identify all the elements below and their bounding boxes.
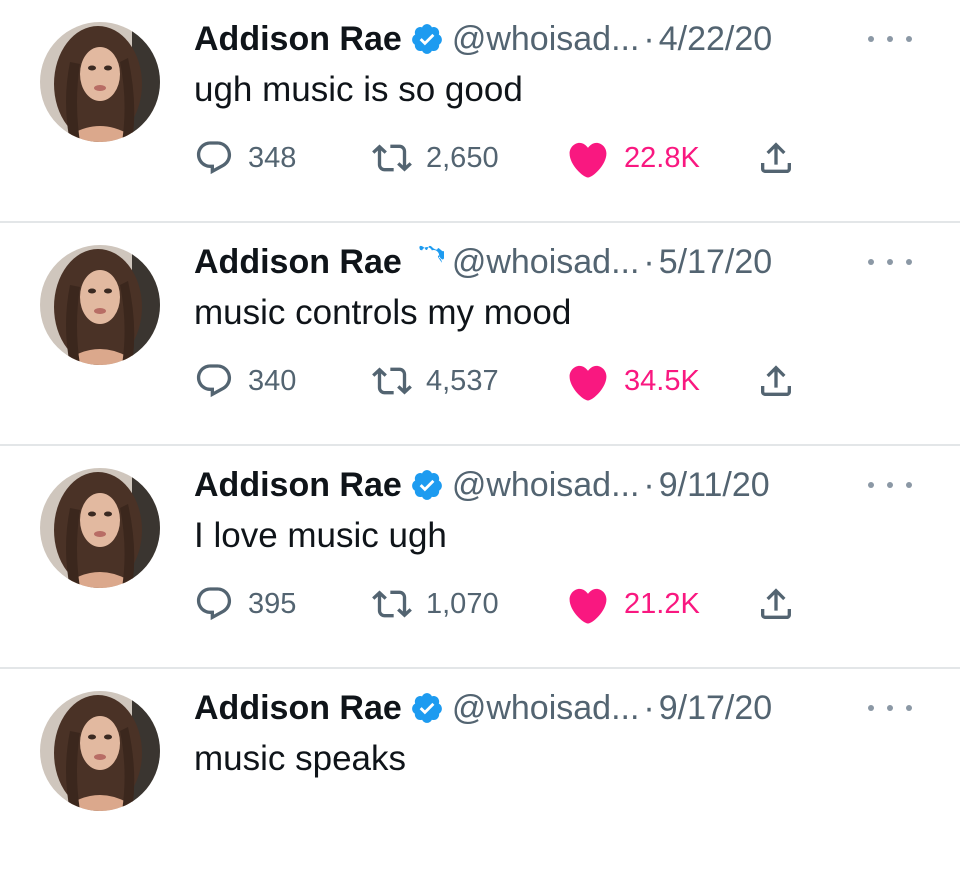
retweet-count: 2,650 <box>426 141 499 174</box>
like-button[interactable]: 21.2K <box>566 582 700 626</box>
heart-icon <box>569 142 607 178</box>
avatar[interactable] <box>40 245 160 365</box>
tweet-text: music controls my mood <box>194 293 572 332</box>
avatar-photo-icon <box>40 691 160 811</box>
reply-button[interactable]: 340 <box>194 359 296 403</box>
heart-icon <box>569 588 607 624</box>
tweet-actions: 348 2,650 22.8K <box>194 136 814 180</box>
avatar-photo-icon <box>40 245 160 365</box>
user-handle[interactable]: @whoisad... <box>452 466 640 505</box>
retweet-icon <box>372 590 412 618</box>
like-button[interactable]: 22.8K <box>566 136 700 180</box>
tweet-header: Addison Rae @whoisad... · 9/11/20 <box>194 462 770 508</box>
separator-dot: · <box>643 465 655 504</box>
reply-icon <box>196 587 232 621</box>
share-button[interactable] <box>756 582 796 626</box>
user-handle[interactable]: @whoisad... <box>452 20 640 59</box>
share-button[interactable] <box>756 136 796 180</box>
tweet-text: I love music ugh <box>194 516 447 555</box>
more-icon[interactable] <box>868 251 912 273</box>
share-icon <box>761 588 791 619</box>
avatar[interactable] <box>40 691 160 811</box>
reply-count: 348 <box>248 141 297 174</box>
tweet-text: ugh music is so good <box>194 70 523 109</box>
reply-button[interactable]: 348 <box>194 136 296 180</box>
retweet-count: 1,070 <box>426 587 499 620</box>
tweet-date[interactable]: 5/17/20 <box>659 243 772 282</box>
user-handle[interactable]: @whoisad... <box>452 689 640 728</box>
more-icon[interactable] <box>868 697 912 719</box>
like-count: 34.5K <box>624 364 700 397</box>
reply-count: 340 <box>248 364 297 397</box>
tweet-actions: 395 1,070 21.2K <box>194 582 814 626</box>
tweet[interactable]: Addison Rae @whoisad... · 9/17/20 music … <box>0 669 960 892</box>
reply-button[interactable]: 395 <box>194 582 296 626</box>
retweet-count: 4,537 <box>426 364 499 397</box>
retweet-button[interactable]: 2,650 <box>372 136 499 180</box>
avatar-photo-icon <box>40 468 160 588</box>
separator-dot: · <box>643 19 655 58</box>
tweet[interactable]: Addison Rae @whoisad... · 4/22/20 ugh mu… <box>0 0 960 223</box>
display-name[interactable]: Addison Rae <box>194 243 402 282</box>
separator-dot: · <box>643 242 655 281</box>
like-button[interactable]: 34.5K <box>566 359 700 403</box>
like-count: 21.2K <box>624 587 700 620</box>
tweet-header: Addison Rae @whoisad... · 9/17/20 <box>194 685 772 731</box>
display-name[interactable]: Addison Rae <box>194 20 402 59</box>
share-icon <box>761 365 791 396</box>
heart-icon <box>569 365 607 401</box>
tweet[interactable]: Addison Rae @whoisad... · 5/17/20 music … <box>0 223 960 446</box>
retweet-icon <box>372 367 412 395</box>
more-icon[interactable] <box>868 474 912 496</box>
tweet-actions: 340 4,537 34.5K <box>194 359 814 403</box>
retweet-icon <box>372 144 412 172</box>
avatar-photo-icon <box>40 22 160 142</box>
tweet-date[interactable]: 4/22/20 <box>659 20 772 59</box>
retweet-button[interactable]: 4,537 <box>372 359 499 403</box>
display-name[interactable]: Addison Rae <box>194 466 402 505</box>
verified-badge-icon <box>410 691 444 725</box>
reply-count: 395 <box>248 587 297 620</box>
reply-icon <box>196 141 232 175</box>
tweet-date[interactable]: 9/11/20 <box>659 466 770 505</box>
like-count: 22.8K <box>624 141 700 174</box>
share-icon <box>761 142 791 173</box>
verified-badge-icon <box>410 245 444 279</box>
retweet-button[interactable]: 1,070 <box>372 582 499 626</box>
display-name[interactable]: Addison Rae <box>194 689 402 728</box>
separator-dot: · <box>643 688 655 727</box>
tweet-header: Addison Rae @whoisad... · 5/17/20 <box>194 239 772 285</box>
tweet-text: music speaks <box>194 739 407 778</box>
avatar[interactable] <box>40 22 160 142</box>
share-button[interactable] <box>756 359 796 403</box>
user-handle[interactable]: @whoisad... <box>452 243 640 282</box>
reply-icon <box>196 364 232 398</box>
verified-badge-icon <box>410 22 444 56</box>
more-icon[interactable] <box>868 28 912 50</box>
tweet[interactable]: Addison Rae @whoisad... · 9/11/20 I love… <box>0 446 960 669</box>
verified-badge-icon <box>410 468 444 502</box>
tweet-date[interactable]: 9/17/20 <box>659 689 772 728</box>
avatar[interactable] <box>40 468 160 588</box>
tweet-header: Addison Rae @whoisad... · 4/22/20 <box>194 16 772 62</box>
